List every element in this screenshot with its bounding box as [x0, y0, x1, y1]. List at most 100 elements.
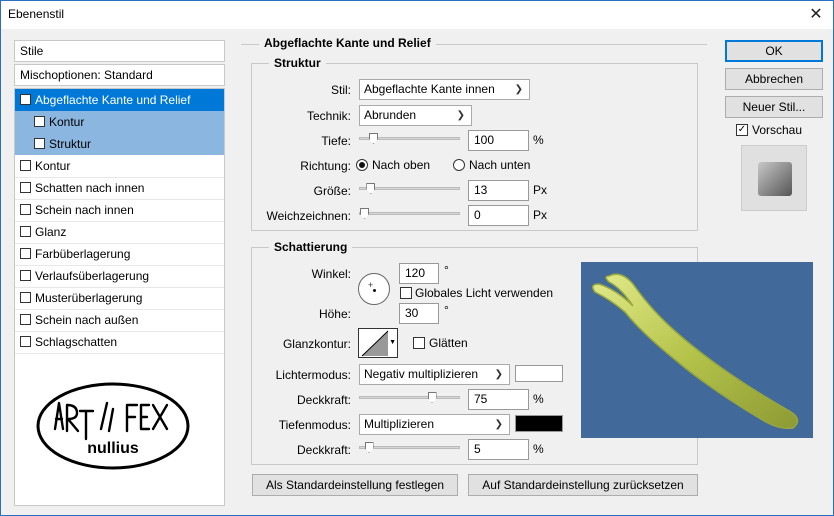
soften-unit: Px — [533, 208, 548, 222]
style-dropdown[interactable]: Abgeflachte Kante innen ❯ — [359, 79, 530, 100]
checkbox-icon[interactable] — [20, 204, 31, 215]
shadow-opacity-slider[interactable] — [359, 442, 460, 453]
layer-style-dialog: Ebenenstil ✕ Stile Mischoptionen: Standa… — [0, 0, 834, 516]
window-title: Ebenenstil — [8, 7, 65, 21]
style-item-gradient-overlay[interactable]: Verlaufsüberlagerung — [15, 265, 224, 287]
style-label: Stil: — [330, 83, 351, 97]
global-light-checkbox[interactable] — [400, 287, 412, 299]
checkbox-icon[interactable] — [34, 116, 45, 127]
reset-default-button[interactable]: Auf Standardeinstellung zurücksetzen — [468, 474, 698, 496]
chevron-down-icon: ▼ — [389, 339, 396, 346]
highlight-opacity-label: Deckkraft: — [296, 393, 351, 407]
angle-dial[interactable]: + — [358, 273, 390, 305]
angle-dot — [373, 289, 376, 292]
depth-input[interactable]: 100 — [468, 130, 529, 151]
shading-title: Schattierung — [269, 240, 353, 254]
style-item-outer-glow[interactable]: Schein nach außen — [15, 309, 224, 331]
style-item-drop-shadow[interactable]: Schlagschatten — [15, 331, 224, 353]
size-slider[interactable] — [359, 183, 460, 194]
checkbox-icon[interactable] — [20, 182, 31, 193]
soften-input[interactable]: 0 — [468, 205, 529, 226]
size-input[interactable]: 13 — [468, 180, 529, 201]
highlight-color-swatch[interactable] — [515, 365, 563, 382]
depth-slider[interactable] — [359, 133, 460, 144]
checkbox-icon[interactable] — [20, 160, 31, 171]
style-item-satin[interactable]: Glanz — [15, 221, 224, 243]
blend-options-item[interactable]: Mischoptionen: Standard — [14, 64, 225, 86]
artifex-logo: nullius — [36, 382, 190, 470]
shadow-mode-value: Multiplizieren — [364, 417, 435, 431]
technique-dropdown-value: Abrunden — [364, 108, 417, 122]
structure-title: Struktur — [269, 56, 326, 70]
checkbox-icon[interactable] — [20, 314, 31, 325]
technique-dropdown[interactable]: Abrunden ❯ — [359, 105, 472, 126]
shadow-opacity-unit: % — [533, 442, 544, 456]
size-label: Größe: — [313, 184, 351, 198]
styles-list: ✓ Abgeflachte Kante und Relief Kontur Str… — [14, 88, 225, 506]
gloss-contour-label: Glanzkontur: — [282, 337, 351, 351]
style-item-inner-glow[interactable]: Schein nach innen — [15, 199, 224, 221]
altitude-input[interactable]: 30 — [399, 303, 439, 324]
style-item-contour-sub[interactable]: Kontur — [15, 111, 224, 133]
style-item-label: Musterüberlagerung — [35, 291, 143, 305]
style-item-label: Glanz — [35, 225, 67, 239]
close-icon[interactable]: ✕ — [805, 4, 827, 26]
altitude-unit: ° — [444, 303, 449, 317]
preview-checkbox[interactable]: ✓ — [736, 124, 748, 136]
style-item-bevel[interactable]: ✓ Abgeflachte Kante und Relief — [15, 89, 224, 111]
shadow-color-swatch[interactable] — [515, 415, 563, 432]
title-bar: Ebenenstil ✕ — [1, 1, 833, 29]
checkbox-icon[interactable] — [20, 248, 31, 259]
preview-label: Vorschau — [752, 123, 803, 137]
style-item-label: Struktur — [49, 137, 92, 151]
styles-header[interactable]: Stile — [14, 40, 225, 62]
checkbox-icon[interactable] — [20, 270, 31, 281]
logo-text: nullius — [87, 440, 139, 457]
style-item-label: Schein nach außen — [35, 313, 139, 327]
style-item-label: Farbüberlagerung — [35, 247, 131, 261]
soften-label: Weichzeichnen: — [266, 209, 352, 223]
chevron-down-icon: ❯ — [456, 110, 465, 121]
new-style-button[interactable]: Neuer Stil... — [725, 96, 823, 118]
style-item-label: Kontur — [49, 115, 85, 129]
highlight-mode-value: Negativ multiplizieren — [364, 367, 479, 381]
style-item-label: Schlagschatten — [35, 335, 118, 349]
angle-input[interactable]: 120 — [399, 263, 439, 284]
style-item-label: Abgeflachte Kante und Relief — [35, 93, 191, 107]
global-light-label: Globales Licht verwenden — [415, 286, 554, 300]
checkbox-icon[interactable] — [20, 336, 31, 347]
style-item-inner-shadow[interactable]: Schatten nach innen — [15, 177, 224, 199]
direction-label: Richtung: — [300, 159, 351, 173]
highlight-opacity-slider[interactable] — [359, 392, 460, 403]
style-item-label: Schatten nach innen — [35, 181, 145, 195]
effect-preview — [581, 262, 813, 438]
direction-down-radio[interactable] — [453, 159, 465, 171]
checkbox-icon[interactable] — [20, 292, 31, 303]
gloss-contour-picker[interactable]: ▼ — [358, 328, 398, 358]
anti-alias-label: Glätten — [429, 336, 468, 350]
style-item-texture[interactable]: Struktur — [15, 133, 224, 155]
technique-label: Technik: — [306, 109, 351, 123]
cancel-button[interactable]: Abbrechen — [725, 68, 823, 90]
checkbox-icon[interactable] — [20, 226, 31, 237]
soften-slider[interactable] — [359, 208, 460, 219]
style-item-color-overlay[interactable]: Farbüberlagerung — [15, 243, 224, 265]
highlight-opacity-input[interactable]: 75 — [468, 389, 529, 410]
style-item-pattern-overlay[interactable]: Musterüberlagerung — [15, 287, 224, 309]
set-default-button[interactable]: Als Standardeinstellung festlegen — [252, 474, 458, 496]
checkbox-icon[interactable] — [34, 138, 45, 149]
style-dropdown-value: Abgeflachte Kante innen — [364, 82, 495, 96]
anti-alias-checkbox[interactable] — [413, 337, 425, 349]
checkbox-icon[interactable]: ✓ — [20, 94, 31, 105]
direction-up-radio[interactable] — [356, 159, 368, 171]
shadow-opacity-input[interactable]: 5 — [468, 439, 529, 460]
style-item-label: Verlaufsüberlagerung — [35, 269, 150, 283]
contour-preview-icon — [361, 330, 389, 357]
angle-label: Winkel: — [311, 267, 351, 281]
highlight-mode-dropdown[interactable]: Negativ multiplizieren ❯ — [359, 364, 510, 385]
ok-button[interactable]: OK — [725, 40, 823, 62]
bevel-title: Abgeflachte Kante und Relief — [259, 36, 436, 50]
style-item-stroke[interactable]: Kontur — [15, 155, 224, 177]
direction-up-label: Nach oben — [372, 158, 431, 172]
shadow-mode-dropdown[interactable]: Multiplizieren ❯ — [359, 414, 510, 435]
